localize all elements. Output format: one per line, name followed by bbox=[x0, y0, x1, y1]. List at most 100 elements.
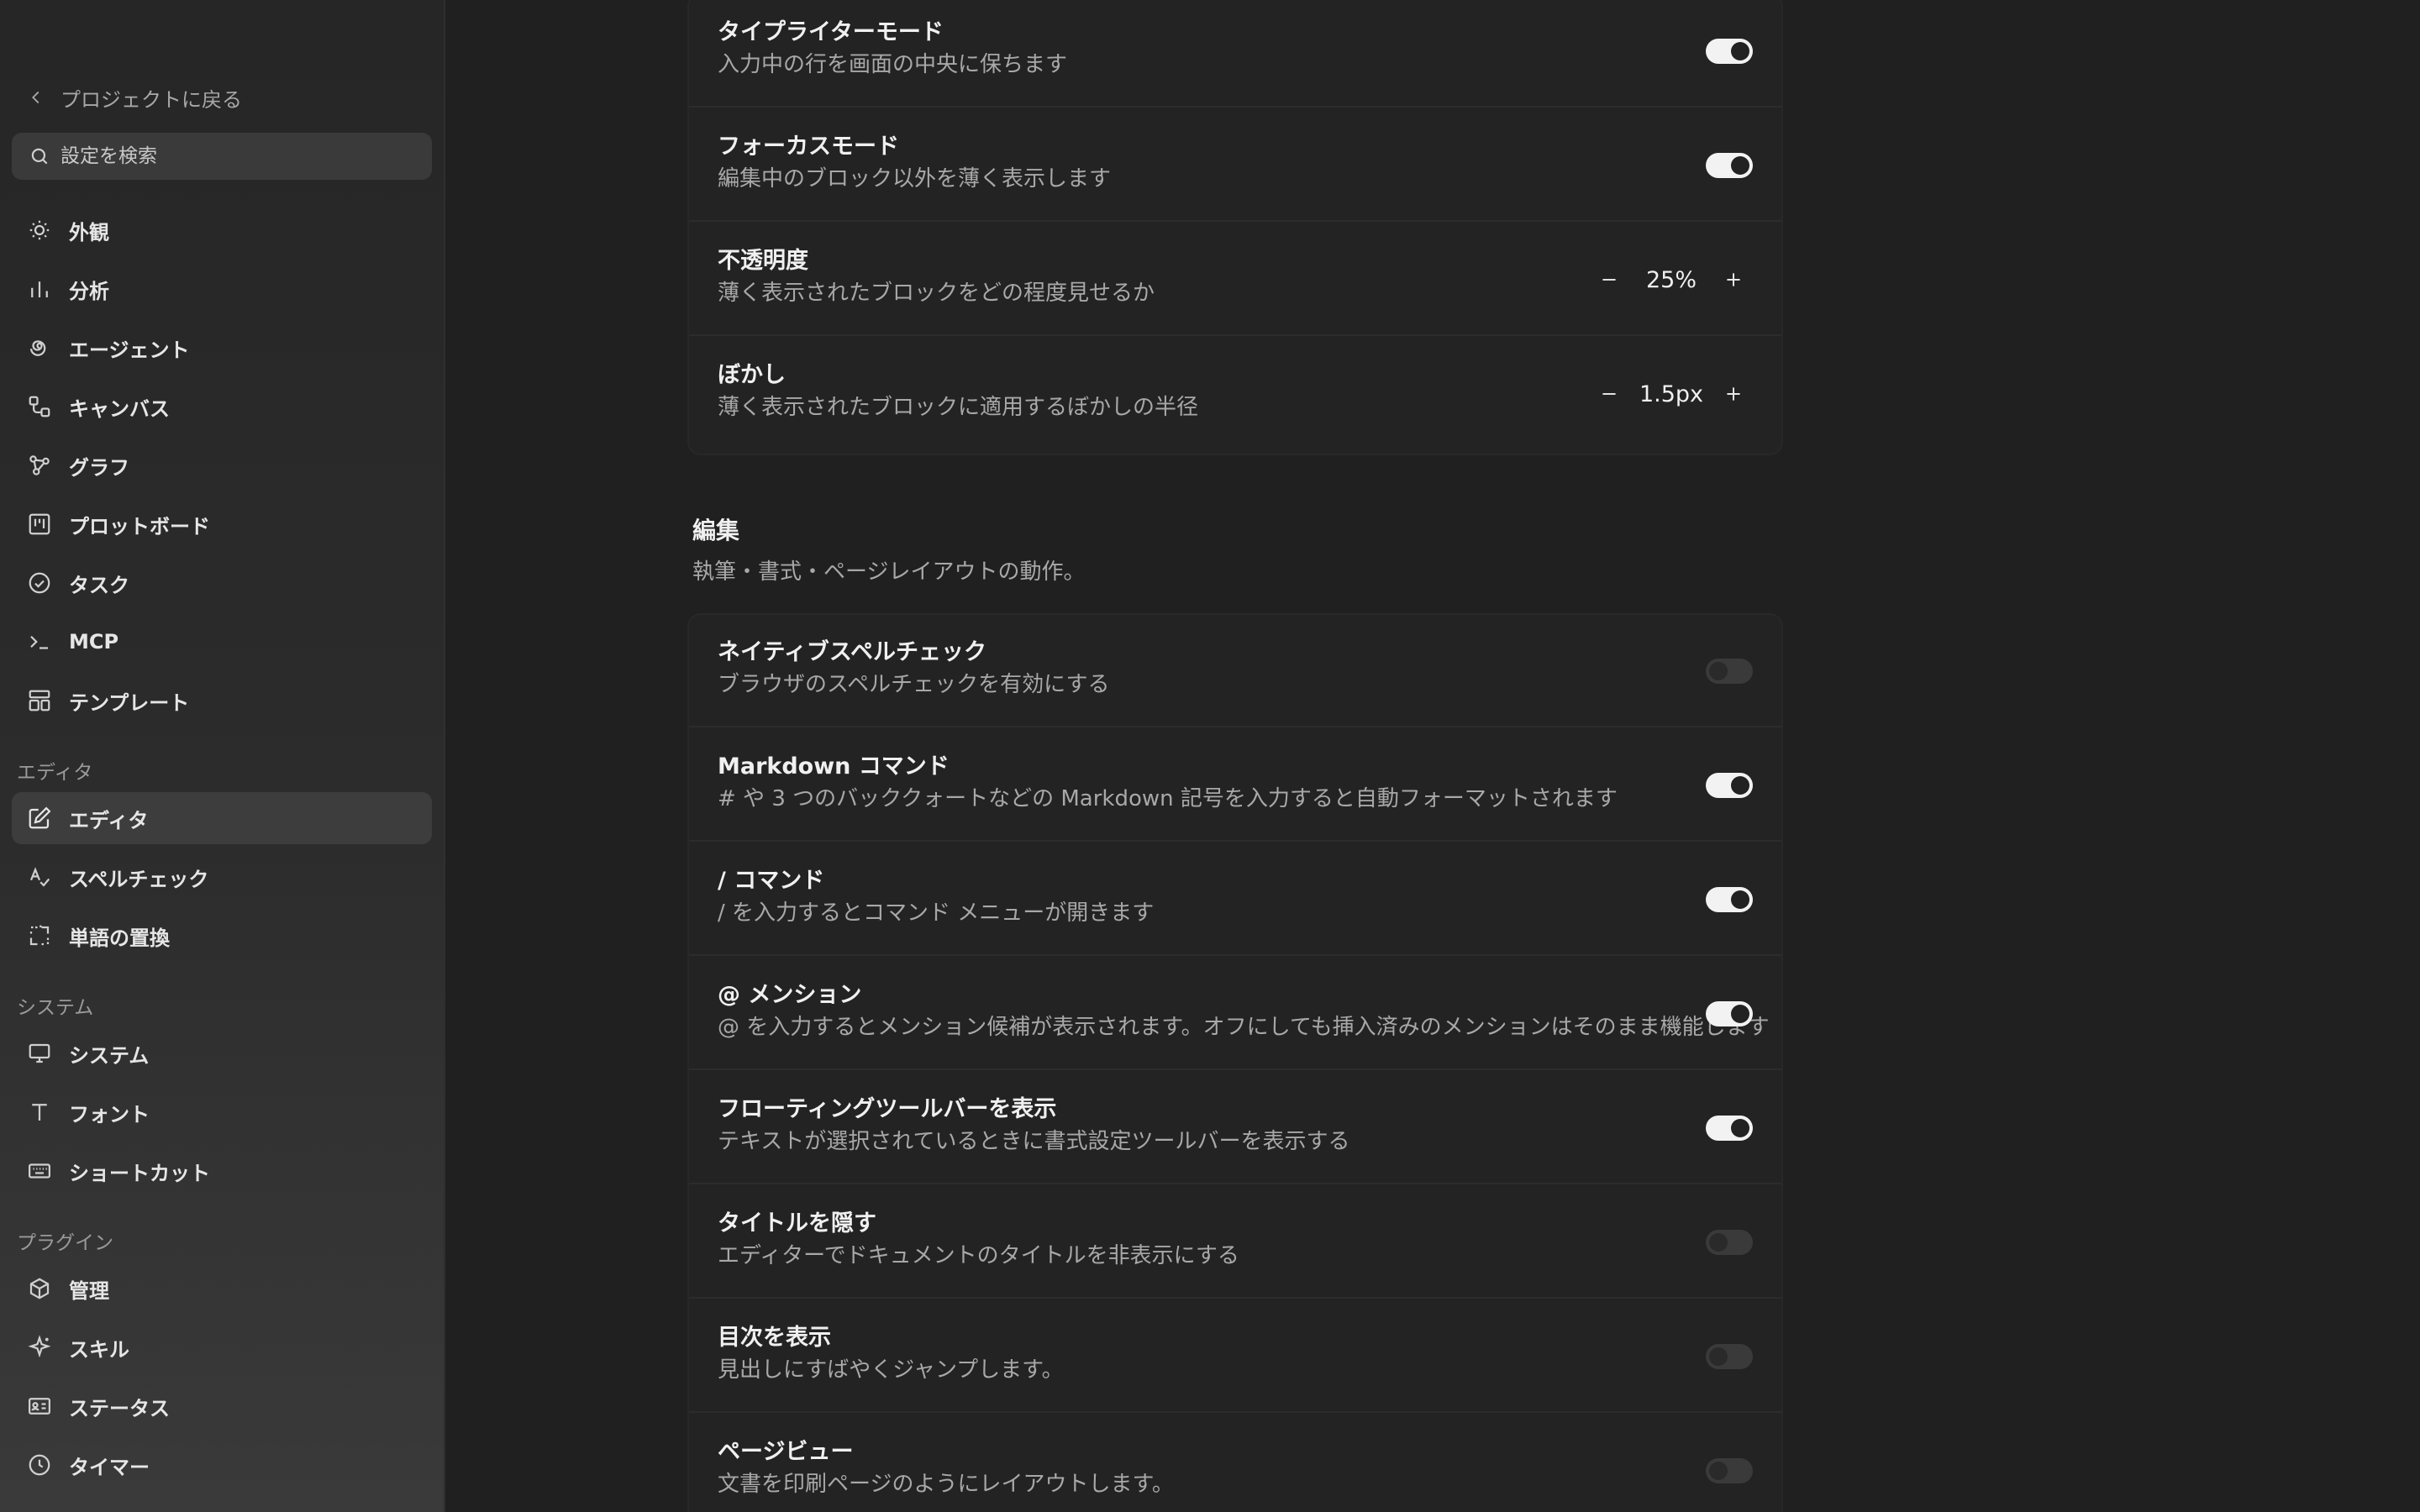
settings-search[interactable] bbox=[12, 133, 432, 180]
sidebar-item-templates[interactable]: テンプレート bbox=[12, 675, 432, 727]
setting-desc: 見出しにすばやくジャンプします。 bbox=[718, 1357, 1064, 1383]
setting-title: ぼかし bbox=[718, 362, 786, 388]
setting-row-native-spellcheck: ネイティブスペルチェック ブラウザのスペルチェックを有効にする bbox=[689, 615, 1781, 727]
mentions-toggle[interactable] bbox=[1706, 1001, 1753, 1026]
sidebar-item-label: 分析 bbox=[69, 279, 109, 303]
sidebar-item-mcp[interactable]: MCP bbox=[12, 616, 432, 668]
opacity-increase-button[interactable] bbox=[1714, 260, 1753, 299]
hide-title-toggle[interactable] bbox=[1706, 1230, 1753, 1255]
focus-settings-panel: タイプライターモード 入力中の行を画面の中央に保ちます フォーカスモード 編集中… bbox=[687, 0, 1783, 455]
toggle-knob bbox=[1731, 1005, 1749, 1023]
setting-desc: / を入力するとコマンド メニューが開きます bbox=[718, 900, 1155, 926]
bar-chart-icon bbox=[31, 281, 48, 297]
chevron-left-icon bbox=[32, 91, 39, 104]
toggle-knob bbox=[1709, 662, 1728, 680]
setting-row-typewriter: タイプライターモード 入力中の行を画面の中央に保ちます bbox=[689, 0, 1781, 108]
sidebar-item-spellcheck[interactable]: スペルチェック bbox=[12, 851, 432, 903]
typewriter-toggle[interactable] bbox=[1706, 39, 1753, 64]
markdown-commands-toggle[interactable] bbox=[1706, 773, 1753, 798]
setting-row-slash-commands: / コマンド / を入力するとコマンド メニューが開きます bbox=[689, 843, 1781, 956]
sidebar-item-label: プロットボード bbox=[69, 514, 210, 538]
sidebar-item-label: ショートカット bbox=[69, 1161, 210, 1185]
sidebar-item-editor[interactable]: エディタ bbox=[12, 792, 432, 844]
monitor-icon bbox=[29, 1043, 50, 1063]
setting-desc: テキストが選択されているときに書式設定ツールバーを表示する bbox=[718, 1129, 1350, 1154]
edit-icon bbox=[29, 806, 51, 829]
toggle-knob bbox=[1731, 890, 1749, 909]
setting-title: / コマンド bbox=[718, 868, 825, 894]
editing-section-title: 編集 bbox=[692, 517, 740, 544]
back-link-label: プロジェクトに戻る bbox=[60, 87, 242, 112]
sidebar-item-label: グラフ bbox=[69, 455, 129, 480]
blur-increase-button[interactable] bbox=[1714, 375, 1753, 413]
setting-desc: エディターでドキュメントのタイトルを非表示にする bbox=[718, 1243, 1239, 1268]
sidebar-item-label: MCP bbox=[69, 630, 119, 654]
opacity-decrease-button[interactable] bbox=[1590, 260, 1628, 299]
back-to-project-link[interactable]: プロジェクトに戻る bbox=[27, 82, 242, 113]
toggle-knob bbox=[1731, 1119, 1749, 1137]
search-input[interactable] bbox=[60, 145, 413, 167]
setting-row-focus-mode: フォーカスモード 編集中のブロック以外を薄く表示します bbox=[689, 109, 1781, 222]
sidebar-item-shortcuts[interactable]: ショートカット bbox=[12, 1145, 432, 1197]
setting-title: ページビュー bbox=[718, 1439, 854, 1465]
sidebar-item-graph[interactable]: グラフ bbox=[12, 439, 432, 491]
opacity-value: 25% bbox=[1645, 266, 1697, 293]
focus-mode-toggle[interactable] bbox=[1706, 153, 1753, 178]
blur-value: 1.5px bbox=[1639, 381, 1704, 407]
toggle-knob bbox=[1709, 1462, 1728, 1480]
sidebar-item-analytics[interactable]: 分析 bbox=[12, 263, 432, 315]
setting-row-hide-title: タイトルを隠す エディターでドキュメントのタイトルを非表示にする bbox=[689, 1186, 1781, 1299]
native-spellcheck-toggle[interactable] bbox=[1706, 659, 1753, 684]
canvas-icon bbox=[29, 396, 50, 417]
sidebar-item-canvas[interactable]: キャンバス bbox=[12, 381, 432, 433]
setting-row-table-of-contents: 目次を表示 見出しにすばやくジャンプします。 bbox=[689, 1300, 1781, 1413]
sidebar-item-agent[interactable]: エージェント bbox=[12, 322, 432, 374]
setting-title: @ メンション bbox=[718, 982, 862, 1008]
setting-desc: 薄く表示されたブロックに適用するぼかしの半径 bbox=[718, 395, 1199, 420]
font-icon bbox=[32, 1104, 47, 1121]
sidebar-item-skills[interactable]: スキル bbox=[12, 1321, 432, 1373]
setting-title: 不透明度 bbox=[718, 248, 808, 274]
sidebar-item-plotboard[interactable]: プロットボード bbox=[12, 498, 432, 550]
blur-stepper: 1.5px bbox=[1590, 375, 1753, 413]
slash-commands-toggle[interactable] bbox=[1706, 887, 1753, 912]
setting-row-floating-toolbar: フローティングツールバーを表示 テキストが選択されているときに書式設定ツールバー… bbox=[689, 1072, 1781, 1184]
editing-settings-panel: ネイティブスペルチェック ブラウザのスペルチェックを有効にする Markdown… bbox=[687, 613, 1783, 1512]
table-of-contents-toggle[interactable] bbox=[1706, 1344, 1753, 1369]
sparkle-icon bbox=[28, 1335, 51, 1358]
minus-icon bbox=[1602, 393, 1616, 395]
minus-icon bbox=[1602, 279, 1616, 281]
page-view-toggle[interactable] bbox=[1706, 1458, 1753, 1483]
setting-desc: # や 3 つのバッククォートなどの Markdown 記号を入力すると自動フォ… bbox=[718, 786, 1618, 811]
spiral-icon bbox=[29, 340, 46, 356]
sidebar-section-system: システム bbox=[17, 997, 94, 1019]
blur-decrease-button[interactable] bbox=[1590, 375, 1628, 413]
sidebar-section-editor: エディタ bbox=[17, 762, 93, 784]
settings-content: タイプライターモード 入力中の行を画面の中央に保ちます フォーカスモード 編集中… bbox=[447, 0, 2420, 1512]
setting-desc: 文書を印刷ページのようにレイアウトします。 bbox=[718, 1472, 1174, 1497]
sidebar-item-appearance[interactable]: 外観 bbox=[12, 204, 432, 256]
sidebar-item-status[interactable]: ステータス bbox=[12, 1380, 432, 1432]
sidebar-item-fonts[interactable]: フォント bbox=[12, 1086, 432, 1138]
sidebar-item-system[interactable]: システム bbox=[12, 1027, 432, 1079]
terminal-icon bbox=[30, 635, 48, 649]
sidebar-item-label: スペルチェック bbox=[69, 867, 209, 891]
opacity-stepper: 25% bbox=[1590, 260, 1753, 299]
sidebar-item-label: 単語の置換 bbox=[69, 926, 170, 950]
sidebar-item-word-replace[interactable]: 単語の置換 bbox=[12, 910, 432, 962]
sidebar: プロジェクトに戻る 外観 分析 エージェント キャンバス グラフ bbox=[0, 0, 445, 1512]
floating-toolbar-toggle[interactable] bbox=[1706, 1116, 1753, 1141]
sidebar-item-label: フォント bbox=[69, 1102, 150, 1126]
setting-row-markdown-commands: Markdown コマンド # や 3 つのバッククォートなどの Markdow… bbox=[689, 729, 1781, 842]
id-card-icon bbox=[29, 1398, 50, 1415]
toggle-knob bbox=[1731, 776, 1749, 795]
setting-desc: 編集中のブロック以外を薄く表示します bbox=[718, 166, 1112, 192]
sidebar-section-plugins: プラグイン bbox=[17, 1232, 113, 1254]
clock-icon bbox=[29, 1454, 50, 1476]
sidebar-item-tasks[interactable]: タスク bbox=[12, 557, 432, 609]
setting-desc: 入力中の行を画面の中央に保ちます bbox=[718, 52, 1068, 77]
setting-desc: 薄く表示されたブロックをどの程度見せるか bbox=[718, 281, 1155, 306]
sun-icon bbox=[29, 220, 50, 240]
sidebar-item-timer[interactable]: タイマー bbox=[12, 1439, 432, 1491]
sidebar-item-manage[interactable]: 管理 bbox=[12, 1263, 432, 1315]
